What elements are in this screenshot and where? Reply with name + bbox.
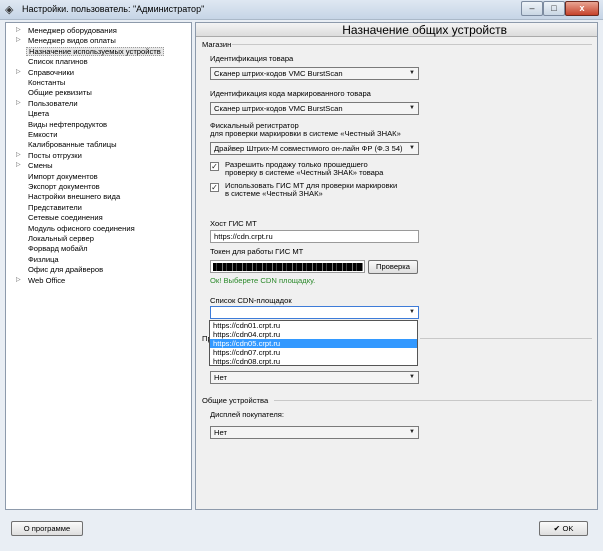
tree-item-label: Настройки внешнего вида [28, 192, 121, 202]
tree-item-label: Форвард мобайл [28, 244, 88, 254]
tree-item-label: Физлица [28, 254, 59, 264]
expand-arrow-icon[interactable]: ▷ [16, 161, 24, 170]
expand-arrow-icon[interactable]: ▷ [16, 36, 24, 45]
customer-display-combo[interactable]: Нет ▼ [210, 426, 419, 439]
tree-item-label: Цвета [28, 109, 50, 119]
cdn-label: Список CDN-площадок [210, 296, 292, 305]
page-header: Назначение общих устройств [196, 23, 597, 37]
host-label: Хост ГИС МТ [210, 219, 257, 228]
use-gis-label-line2: в системе «Честный ЗНАК» [225, 189, 323, 198]
group-divider [232, 44, 592, 45]
tree-item-label: Смены [28, 161, 53, 171]
tree-item-label: Менеджер оборудования [28, 26, 117, 35]
tree-item-label: Посты отгрузки [28, 150, 82, 160]
cdn-option[interactable]: https://cdn08.crpt.ru [210, 357, 417, 366]
tree-item-label: Виды нефтепродуктов [28, 119, 108, 129]
product-id-value: Сканер штрих-кодов VMC BurstScan [214, 69, 343, 78]
customer-display-value: Нет [214, 428, 227, 437]
cdn-option[interactable]: https://cdn01.crpt.ru [210, 321, 417, 330]
product-id-label: Идентификация товара [210, 54, 294, 63]
cdn-combo[interactable]: ▼ [210, 306, 419, 319]
use-gis-checkbox[interactable]: ✓ [210, 183, 219, 192]
tree-item-label: Назначение используемых устройств [26, 46, 164, 56]
tree-item-label: Сетевые соединения [28, 213, 103, 223]
ok-label: OK [562, 524, 574, 533]
tree-item-label: Емкости [28, 130, 58, 139]
tree-item-label: Константы [28, 78, 66, 87]
shop-group-title: Магазин [202, 40, 232, 49]
check-button[interactable]: Проверка [368, 260, 418, 274]
tree-item-label: Менеджер видов оплаты [28, 36, 116, 46]
hidden-group-value: Нет [214, 373, 227, 382]
hidden-group-combo[interactable]: Нет ▼ [210, 371, 419, 384]
tree-item-label: Web Office [28, 275, 66, 285]
fiscal-register-combo[interactable]: Драйвер Штрих-М совместимого он-лайн ФР … [210, 142, 419, 155]
settings-panel: Назначение общих устройств Магазин Идент… [195, 22, 598, 510]
about-button[interactable]: О программе [11, 521, 83, 536]
chevron-down-icon: ▼ [409, 429, 415, 435]
bottom-bar: О программе ✔ OK [0, 511, 603, 551]
chevron-down-icon: ▼ [409, 70, 415, 76]
tree-item-label: Представители [28, 202, 82, 212]
cdn-option[interactable]: https://cdn07.crpt.ru [210, 348, 417, 357]
token-input[interactable] [210, 260, 365, 273]
group-divider [420, 338, 592, 339]
marked-id-combo[interactable]: Сканер штрих-кодов VMC BurstScan ▼ [210, 102, 419, 115]
expand-arrow-icon[interactable]: ▷ [16, 68, 24, 77]
cdn-dropdown-list[interactable]: https://cdn01.crpt.ru https://cdn04.crpt.… [209, 320, 418, 366]
marked-id-value: Сканер штрих-кодов VMC BurstScan [214, 104, 343, 113]
tree-item-label: Экспорт документов [28, 182, 100, 191]
marked-id-label: Идентификация кода маркированного товара [210, 89, 371, 98]
display-label: Дисплей покупателя: [210, 410, 285, 419]
expand-arrow-icon[interactable]: ▷ [16, 99, 24, 108]
tree-item-label: Список плагинов [28, 57, 88, 67]
expand-arrow-icon[interactable]: ▷ [16, 151, 24, 160]
group-divider [274, 400, 592, 401]
tree-item-label: Импорт документов [28, 171, 98, 181]
chevron-down-icon: ▼ [409, 309, 415, 315]
allow-sale-checkbox[interactable]: ✓ [210, 162, 219, 171]
cdn-option[interactable]: https://cdn04.crpt.ru [210, 330, 417, 339]
token-status: Ок! Выберете CDN площадку. [210, 276, 316, 285]
fiscal-label-line2: для проверки маркировки в системе «Честн… [210, 129, 401, 138]
window-title: Настройки. пользователь: "Администратор" [22, 4, 205, 14]
maximize-button[interactable]: □ [543, 1, 565, 16]
expand-arrow-icon[interactable]: ▷ [16, 26, 24, 35]
tree-item-label: Модуль офисного соединения [28, 223, 135, 233]
chevron-down-icon: ▼ [409, 105, 415, 111]
app-icon: ◈ [5, 4, 14, 16]
chevron-down-icon: ▼ [409, 145, 415, 151]
close-button[interactable]: x [565, 1, 599, 16]
tree-item-label: Пользователи [28, 98, 78, 108]
tree-item-label: Калиброванные таблицы [28, 140, 117, 150]
ok-button[interactable]: ✔ OK [539, 521, 588, 536]
tree-item-label: Офис для драйверов [28, 265, 104, 275]
tree-item-label: Локальный сервер [28, 234, 94, 243]
chevron-down-icon: ▼ [409, 374, 415, 380]
product-id-combo[interactable]: Сканер штрих-кодов VMC BurstScan ▼ [210, 67, 419, 80]
expand-arrow-icon[interactable]: ▷ [16, 276, 24, 285]
tree-item-label: Общие реквизиты [28, 88, 92, 98]
settings-tree[interactable]: ▷ Менеджер оборудования ▷ Менеджер видов оп… [5, 22, 192, 510]
host-input[interactable]: https://cdn.crpt.ru [210, 230, 419, 243]
page-title: Назначение общих устройств [342, 23, 507, 37]
token-label: Токен для работы ГИС МТ [210, 247, 304, 256]
cdn-option[interactable]: https://cdn05.crpt.ru [210, 339, 417, 348]
allow-sale-label-line2: проверку в системе «Честный ЗНАК» товара [225, 168, 384, 177]
token-redacted [213, 263, 363, 271]
minimize-button[interactable]: – [521, 1, 543, 16]
common-group-title: Общие устройства [202, 396, 269, 405]
title-bar: ◈ Настройки. пользователь: "Администрато… [0, 0, 603, 20]
tree-item-label: Справочники [28, 67, 75, 77]
fiscal-register-value: Драйвер Штрих-М совместимого он-лайн ФР … [214, 144, 403, 153]
